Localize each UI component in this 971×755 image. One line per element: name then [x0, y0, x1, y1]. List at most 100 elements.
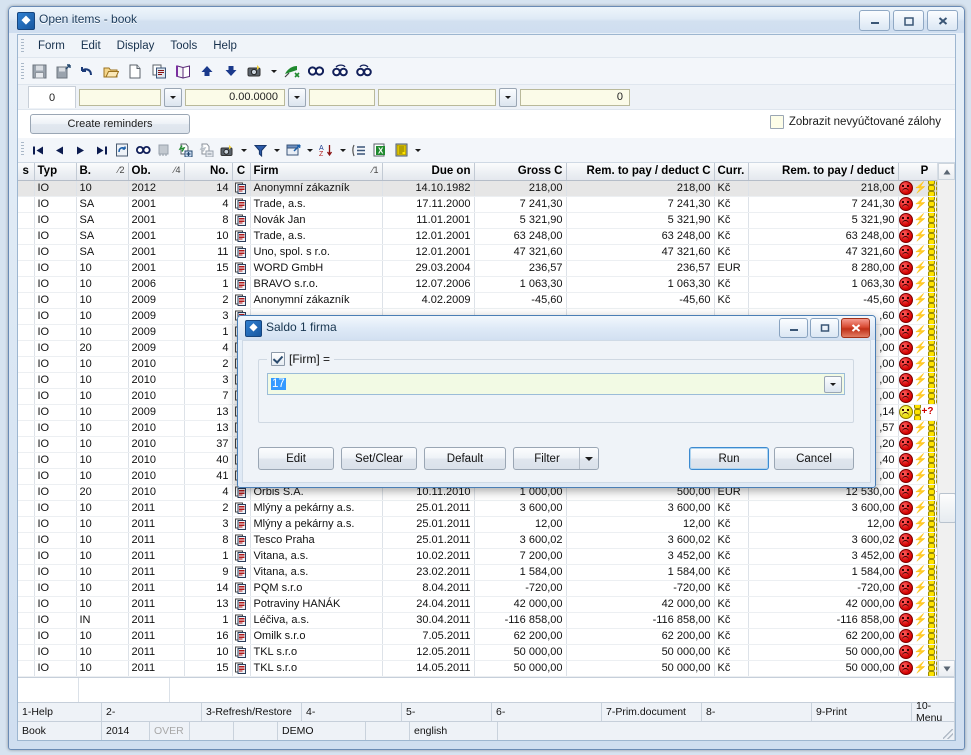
cell-rem2[interactable]: 218,00: [748, 180, 899, 197]
cell-curr[interactable]: Kč: [714, 212, 749, 229]
cell-curr[interactable]: Kč: [714, 276, 749, 293]
cell-ob[interactable]: 2001: [128, 212, 185, 229]
cell-gross[interactable]: 3 600,02: [474, 532, 567, 549]
cell-rem1[interactable]: 1 063,30: [566, 276, 715, 293]
cell-typ[interactable]: IO: [34, 404, 77, 421]
cell-c[interactable]: [232, 580, 251, 597]
prev-record-icon[interactable]: [49, 140, 69, 160]
cell-s[interactable]: [18, 644, 35, 661]
cell-rem1[interactable]: 63 248,00: [566, 228, 715, 245]
cell-b[interactable]: SA: [76, 212, 129, 229]
close-button[interactable]: [927, 10, 958, 31]
cell-b[interactable]: 10: [76, 180, 129, 197]
cell-ob[interactable]: 2001: [128, 228, 185, 245]
table-row[interactable]: IO 10 2011 1 Vitana, a.s. 10.02.2011 7 200,00 3…: [18, 548, 952, 565]
cell-c[interactable]: [232, 212, 251, 229]
cell-rem2[interactable]: -45,60: [748, 292, 899, 309]
cell-c[interactable]: [232, 244, 251, 261]
cell-firm[interactable]: WORD GmbH: [250, 260, 383, 277]
grid-vertical-scrollbar[interactable]: [937, 163, 955, 677]
cell-b[interactable]: 10: [76, 564, 129, 581]
create-reminders-button[interactable]: Create reminders: [30, 114, 190, 134]
cell-ob[interactable]: 2011: [128, 500, 185, 517]
cell-b[interactable]: 10: [76, 420, 129, 437]
cell-c[interactable]: [232, 660, 251, 677]
cell-s[interactable]: [18, 596, 35, 613]
cell-no[interactable]: 1: [184, 324, 233, 341]
grid-header-c[interactable]: C: [232, 163, 251, 181]
cell-c[interactable]: [232, 516, 251, 533]
menu-help[interactable]: Help: [205, 38, 245, 54]
run-button[interactable]: Run: [689, 447, 769, 470]
cell-b[interactable]: 10: [76, 372, 129, 389]
excel-export-icon[interactable]: X: [370, 140, 390, 160]
edit-button[interactable]: Edit: [258, 447, 334, 470]
cell-curr[interactable]: Kč: [714, 196, 749, 213]
grid-header-b[interactable]: B. ⁄2: [76, 163, 129, 181]
cell-firm[interactable]: Mlýny a pekárny a.s.: [250, 516, 383, 533]
cell-s[interactable]: [18, 228, 35, 245]
table-row[interactable]: IO 10 2011 2 Mlýny a pekárny a.s. 25.01.2011 3…: [18, 500, 952, 517]
cell-curr[interactable]: Kč: [714, 532, 749, 549]
function-key-3[interactable]: 3-Refresh/Restore: [202, 703, 302, 721]
cell-ob[interactable]: 2011: [128, 564, 185, 581]
cell-gross[interactable]: 7 241,30: [474, 196, 567, 213]
cell-firm[interactable]: Uno, spol. s r.o.: [250, 244, 383, 261]
table-row[interactable]: IO IN 2011 1 Léčiva, a.s. 30.04.2011 -116 858,…: [18, 612, 952, 629]
cell-rem2[interactable]: 50 000,00: [748, 644, 899, 661]
cell-gross[interactable]: 42 000,00: [474, 596, 567, 613]
cell-b[interactable]: 10: [76, 660, 129, 677]
cell-rem1[interactable]: 218,00: [566, 180, 715, 197]
book-icon[interactable]: [172, 60, 194, 82]
cell-ob[interactable]: 2010: [128, 420, 185, 437]
cell-typ[interactable]: IO: [34, 436, 77, 453]
cell-rem2[interactable]: 1 063,30: [748, 276, 899, 293]
cell-curr[interactable]: Kč: [714, 516, 749, 533]
cell-b[interactable]: SA: [76, 196, 129, 213]
cell-no[interactable]: 4: [184, 484, 233, 501]
table-row[interactable]: IO 10 2011 15 TKL s.r.o 14.05.2011 50 000,00 50…: [18, 660, 952, 677]
cell-b[interactable]: 10: [76, 276, 129, 293]
cell-typ[interactable]: IO: [34, 660, 77, 677]
cell-typ[interactable]: IO: [34, 356, 77, 373]
cell-rem2[interactable]: 5 321,90: [748, 212, 899, 229]
table-row[interactable]: IO 10 2006 1 BRAVO s.r.o. 12.07.2006 1 063,30 1…: [18, 276, 952, 293]
resize-grip[interactable]: [943, 729, 953, 739]
field-date[interactable]: 0.00.0000: [185, 88, 285, 106]
cell-due[interactable]: 12.01.2001: [382, 244, 475, 261]
cell-rem1[interactable]: 7 241,30: [566, 196, 715, 213]
new-document-icon[interactable]: [124, 60, 146, 82]
cell-ob[interactable]: 2011: [128, 660, 185, 677]
cell-typ[interactable]: IO: [34, 484, 77, 501]
table-row[interactable]: IO 10 2001 15 WORD GmbH 29.03.2004 236,57 236,5…: [18, 260, 952, 277]
cell-rem2[interactable]: 3 452,00: [748, 548, 899, 565]
table-row[interactable]: IO 10 2011 16 Omilk s.r.o 7.05.2011 62 200,00 6…: [18, 628, 952, 645]
cell-no[interactable]: 1: [184, 612, 233, 629]
cell-curr[interactable]: EUR: [714, 260, 749, 277]
cell-typ[interactable]: IO: [34, 532, 77, 549]
cell-no[interactable]: 13: [184, 420, 233, 437]
cell-no[interactable]: 10: [184, 228, 233, 245]
cell-ob[interactable]: 2009: [128, 308, 185, 325]
cell-no[interactable]: 13: [184, 596, 233, 613]
next-record-icon[interactable]: [70, 140, 90, 160]
cell-rem1[interactable]: 42 000,00: [566, 596, 715, 613]
cell-typ[interactable]: IO: [34, 516, 77, 533]
cell-s[interactable]: [18, 628, 35, 645]
undo-icon[interactable]: [76, 60, 98, 82]
cell-s[interactable]: [18, 612, 35, 629]
cell-ob[interactable]: 2010: [128, 356, 185, 373]
grid-header-rem1[interactable]: Rem. to pay / deduct C: [566, 163, 715, 181]
cell-b[interactable]: 10: [76, 500, 129, 517]
cell-no[interactable]: 9: [184, 564, 233, 581]
cell-typ[interactable]: IO: [34, 468, 77, 485]
cell-b[interactable]: 20: [76, 484, 129, 501]
menu-display[interactable]: Display: [109, 38, 163, 54]
cell-rem2[interactable]: 3 600,00: [748, 500, 899, 517]
field-two[interactable]: [79, 88, 161, 106]
cell-rem1[interactable]: -45,60: [566, 292, 715, 309]
cell-due[interactable]: 8.04.2011: [382, 580, 475, 597]
cell-typ[interactable]: IO: [34, 548, 77, 565]
cell-c[interactable]: [232, 180, 251, 197]
cell-curr[interactable]: Kč: [714, 500, 749, 517]
